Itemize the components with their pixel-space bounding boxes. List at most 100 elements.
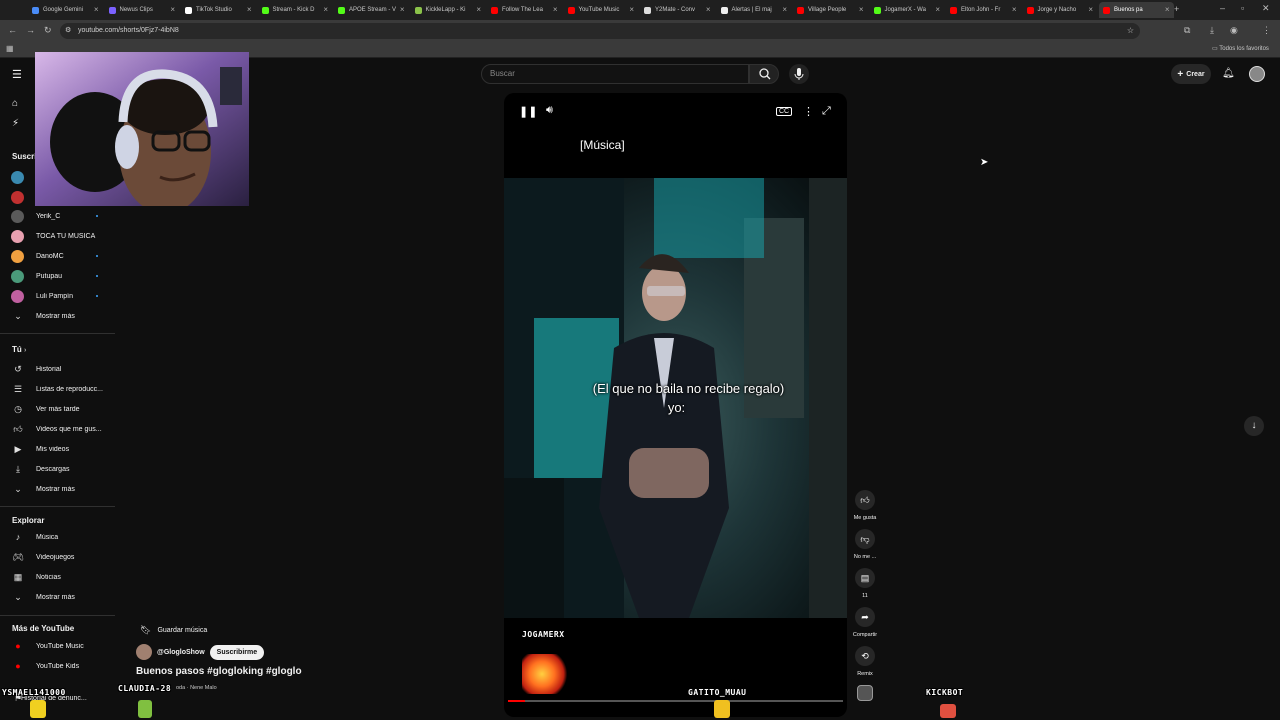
back-icon[interactable]: ← [8, 25, 17, 35]
sidebar-subscription-item[interactable]: Luli Pampín [0, 286, 115, 306]
browser-tab[interactable]: Elton John - Fr × [946, 2, 1021, 18]
url-field[interactable]: ⚙ youtube.com/shorts/0Fjz7-4ibN8 ☆ [60, 23, 1140, 39]
browser-tab[interactable]: Alertas | El maj × [717, 2, 792, 18]
volume-icon[interactable]: 🔊︎ [546, 104, 553, 117]
reload-icon[interactable]: ↻ [44, 25, 52, 36]
notifications-bell-icon[interactable]: 🔔︎ [1222, 68, 1235, 79]
sidebar-item-you-2[interactable]: ◷ Ver más tarde [0, 399, 115, 419]
sidebar-item-you-6[interactable]: ⌄ Mostrar más [0, 479, 115, 499]
tab-close-icon[interactable]: × [782, 5, 787, 14]
comments-button[interactable]: ▤ [855, 568, 875, 588]
browser-tab[interactable]: Newus Clips × [105, 2, 180, 18]
tab-close-icon[interactable]: × [247, 5, 252, 14]
tab-close-icon[interactable]: × [1088, 5, 1093, 14]
tab-label: JogamerX - Wa [884, 7, 926, 13]
like-button[interactable]: 👍︎ [855, 490, 875, 510]
sidebar-item-you-0[interactable]: ↺ Historial [0, 359, 115, 379]
browser-tab[interactable]: KickleLapp - Ki × [411, 2, 486, 18]
pause-icon[interactable]: ❚❚ [519, 105, 537, 118]
browser-tab[interactable]: Village People × [793, 2, 868, 18]
you-heading[interactable]: Tú › [12, 345, 26, 354]
tab-close-icon[interactable]: × [476, 5, 481, 14]
channel-avatar[interactable] [11, 191, 24, 204]
close-window-icon[interactable]: ✕ [1262, 3, 1270, 14]
account-avatar[interactable] [1249, 66, 1265, 82]
tab-close-icon[interactable]: × [94, 5, 99, 14]
menu-icon[interactable]: ☰ [12, 68, 22, 81]
tab-close-icon[interactable]: × [553, 5, 558, 14]
shorts-player[interactable]: ❚❚ 🔊︎ CC ⋮ ⤢ [Música] (El que no baila n… [504, 93, 847, 717]
browser-tab[interactable]: YouTube Music × [564, 2, 639, 18]
download-icon[interactable]: ⤓ [1210, 25, 1214, 36]
sidebar-item-explore-1[interactable]: 🎮︎ Videojuegos [0, 547, 115, 567]
tab-close-icon[interactable]: × [859, 5, 864, 14]
tab-close-icon[interactable]: × [1165, 5, 1170, 14]
music-credit[interactable]: oda · Nene Malo [176, 685, 217, 691]
channel-avatar[interactable] [136, 644, 152, 660]
share-button[interactable]: ➦ [855, 607, 875, 627]
tab-close-icon[interactable]: × [323, 5, 328, 14]
search-input[interactable]: Buscar [481, 64, 749, 84]
sidebar-item-you-1[interactable]: ☰ Listas de reproducc... [0, 379, 115, 399]
sidebar-item-you-4[interactable]: ▶ Mis videos [0, 439, 115, 459]
next-short-button[interactable]: ↓ [1244, 416, 1264, 436]
save-music-button[interactable]: 🔖︎ Guardar música [136, 623, 207, 638]
sidebar-item-explore-0[interactable]: ♪ Música [0, 527, 115, 547]
minimize-icon[interactable]: – [1220, 3, 1225, 13]
home-icon[interactable]: ⌂ [12, 98, 18, 109]
tab-close-icon[interactable]: × [1012, 5, 1017, 14]
sidebar-item-explore-3[interactable]: ⌄ Mostrar más [0, 587, 115, 607]
tab-close-icon[interactable]: × [629, 5, 634, 14]
sidebar-item-show-more[interactable]: ⌄ Mostrar más [0, 306, 115, 326]
bookmark-star-icon[interactable]: ☆ [1127, 23, 1134, 39]
dislike-button[interactable]: 👎︎ [855, 529, 875, 549]
sidebar-item-you-3[interactable]: 👍︎ Videos que me gus... [0, 419, 115, 439]
fullscreen-icon[interactable]: ⤢ [822, 105, 831, 118]
sidebar-item-more-0[interactable]: ● YouTube Music [0, 636, 115, 656]
site-info-icon[interactable]: ⚙ [65, 23, 71, 39]
browser-tab[interactable]: Jorge y Nacho × [1023, 2, 1098, 18]
sidebar-item-explore-2[interactable]: ▦ Noticias [0, 567, 115, 587]
sidebar-subscription-item[interactable]: DanoMC [0, 246, 115, 266]
all-bookmarks-folder[interactable]: ▭ Todos los favoritos [1212, 45, 1269, 52]
tab-close-icon[interactable]: × [170, 5, 175, 14]
browser-tab[interactable]: JogamerX - Wa × [870, 2, 945, 18]
tab-close-icon[interactable]: × [706, 5, 711, 14]
profile-icon[interactable]: ◉ [1230, 25, 1238, 36]
new-tab-icon[interactable]: + [1174, 4, 1179, 14]
voice-search-button[interactable] [789, 64, 809, 84]
apps-icon[interactable]: ▦ [6, 44, 14, 53]
remix-button[interactable]: ⟲ [855, 646, 875, 666]
extensions-icon[interactable]: ⧉ [1184, 25, 1190, 36]
browser-tab[interactable]: TikTok Studio × [181, 2, 256, 18]
tab-close-icon[interactable]: × [935, 5, 940, 14]
sidebar-subscription-item[interactable]: Putupau [0, 266, 115, 286]
sound-thumbnail[interactable] [857, 685, 873, 701]
browser-tab[interactable]: APOE Stream - V × [334, 2, 409, 18]
more-options-icon[interactable]: ⋮ [803, 105, 814, 118]
sidebar-item-you-5[interactable]: ⤓ Descargas [0, 459, 115, 479]
sidebar-item-label: Mostrar más [36, 593, 75, 601]
shorts-icon[interactable]: ⚡︎ [12, 118, 19, 129]
browser-tab[interactable]: Buenos pa × [1099, 2, 1174, 18]
short-title[interactable]: Buenos pasos #glogloking #gloglo [136, 666, 302, 677]
channel-avatar[interactable] [11, 171, 24, 184]
tab-close-icon[interactable]: × [400, 5, 405, 14]
browser-tab[interactable]: Stream - Kick D × [258, 2, 333, 18]
sidebar-item-more-1[interactable]: ● YouTube Kids [0, 656, 115, 676]
sidebar-subscription-item[interactable]: TOCA TU MÚSICA [0, 226, 115, 246]
browser-tab[interactable]: Y2Mate - Conv × [640, 2, 715, 18]
browser-tab[interactable]: Follow The Lea × [487, 2, 562, 18]
search-button[interactable] [749, 64, 779, 84]
captions-icon[interactable]: CC [776, 107, 793, 116]
progress-track[interactable] [508, 700, 843, 702]
browser-menu-icon[interactable]: ⋮ [1262, 25, 1271, 36]
browser-tab[interactable]: Google Gemini × [28, 2, 103, 18]
channel-name[interactable]: @GlogloShow [157, 649, 205, 656]
maximize-icon[interactable]: ▫ [1241, 3, 1244, 13]
forward-icon[interactable]: → [26, 25, 35, 35]
sidebar-subscription-item[interactable]: Yerik_C [0, 206, 115, 226]
subscribe-button[interactable]: Suscribirme [209, 644, 265, 660]
url-text: youtube.com/shorts/0Fjz7-4ibN8 [78, 27, 179, 34]
create-button[interactable]: + Crear [1171, 64, 1211, 84]
